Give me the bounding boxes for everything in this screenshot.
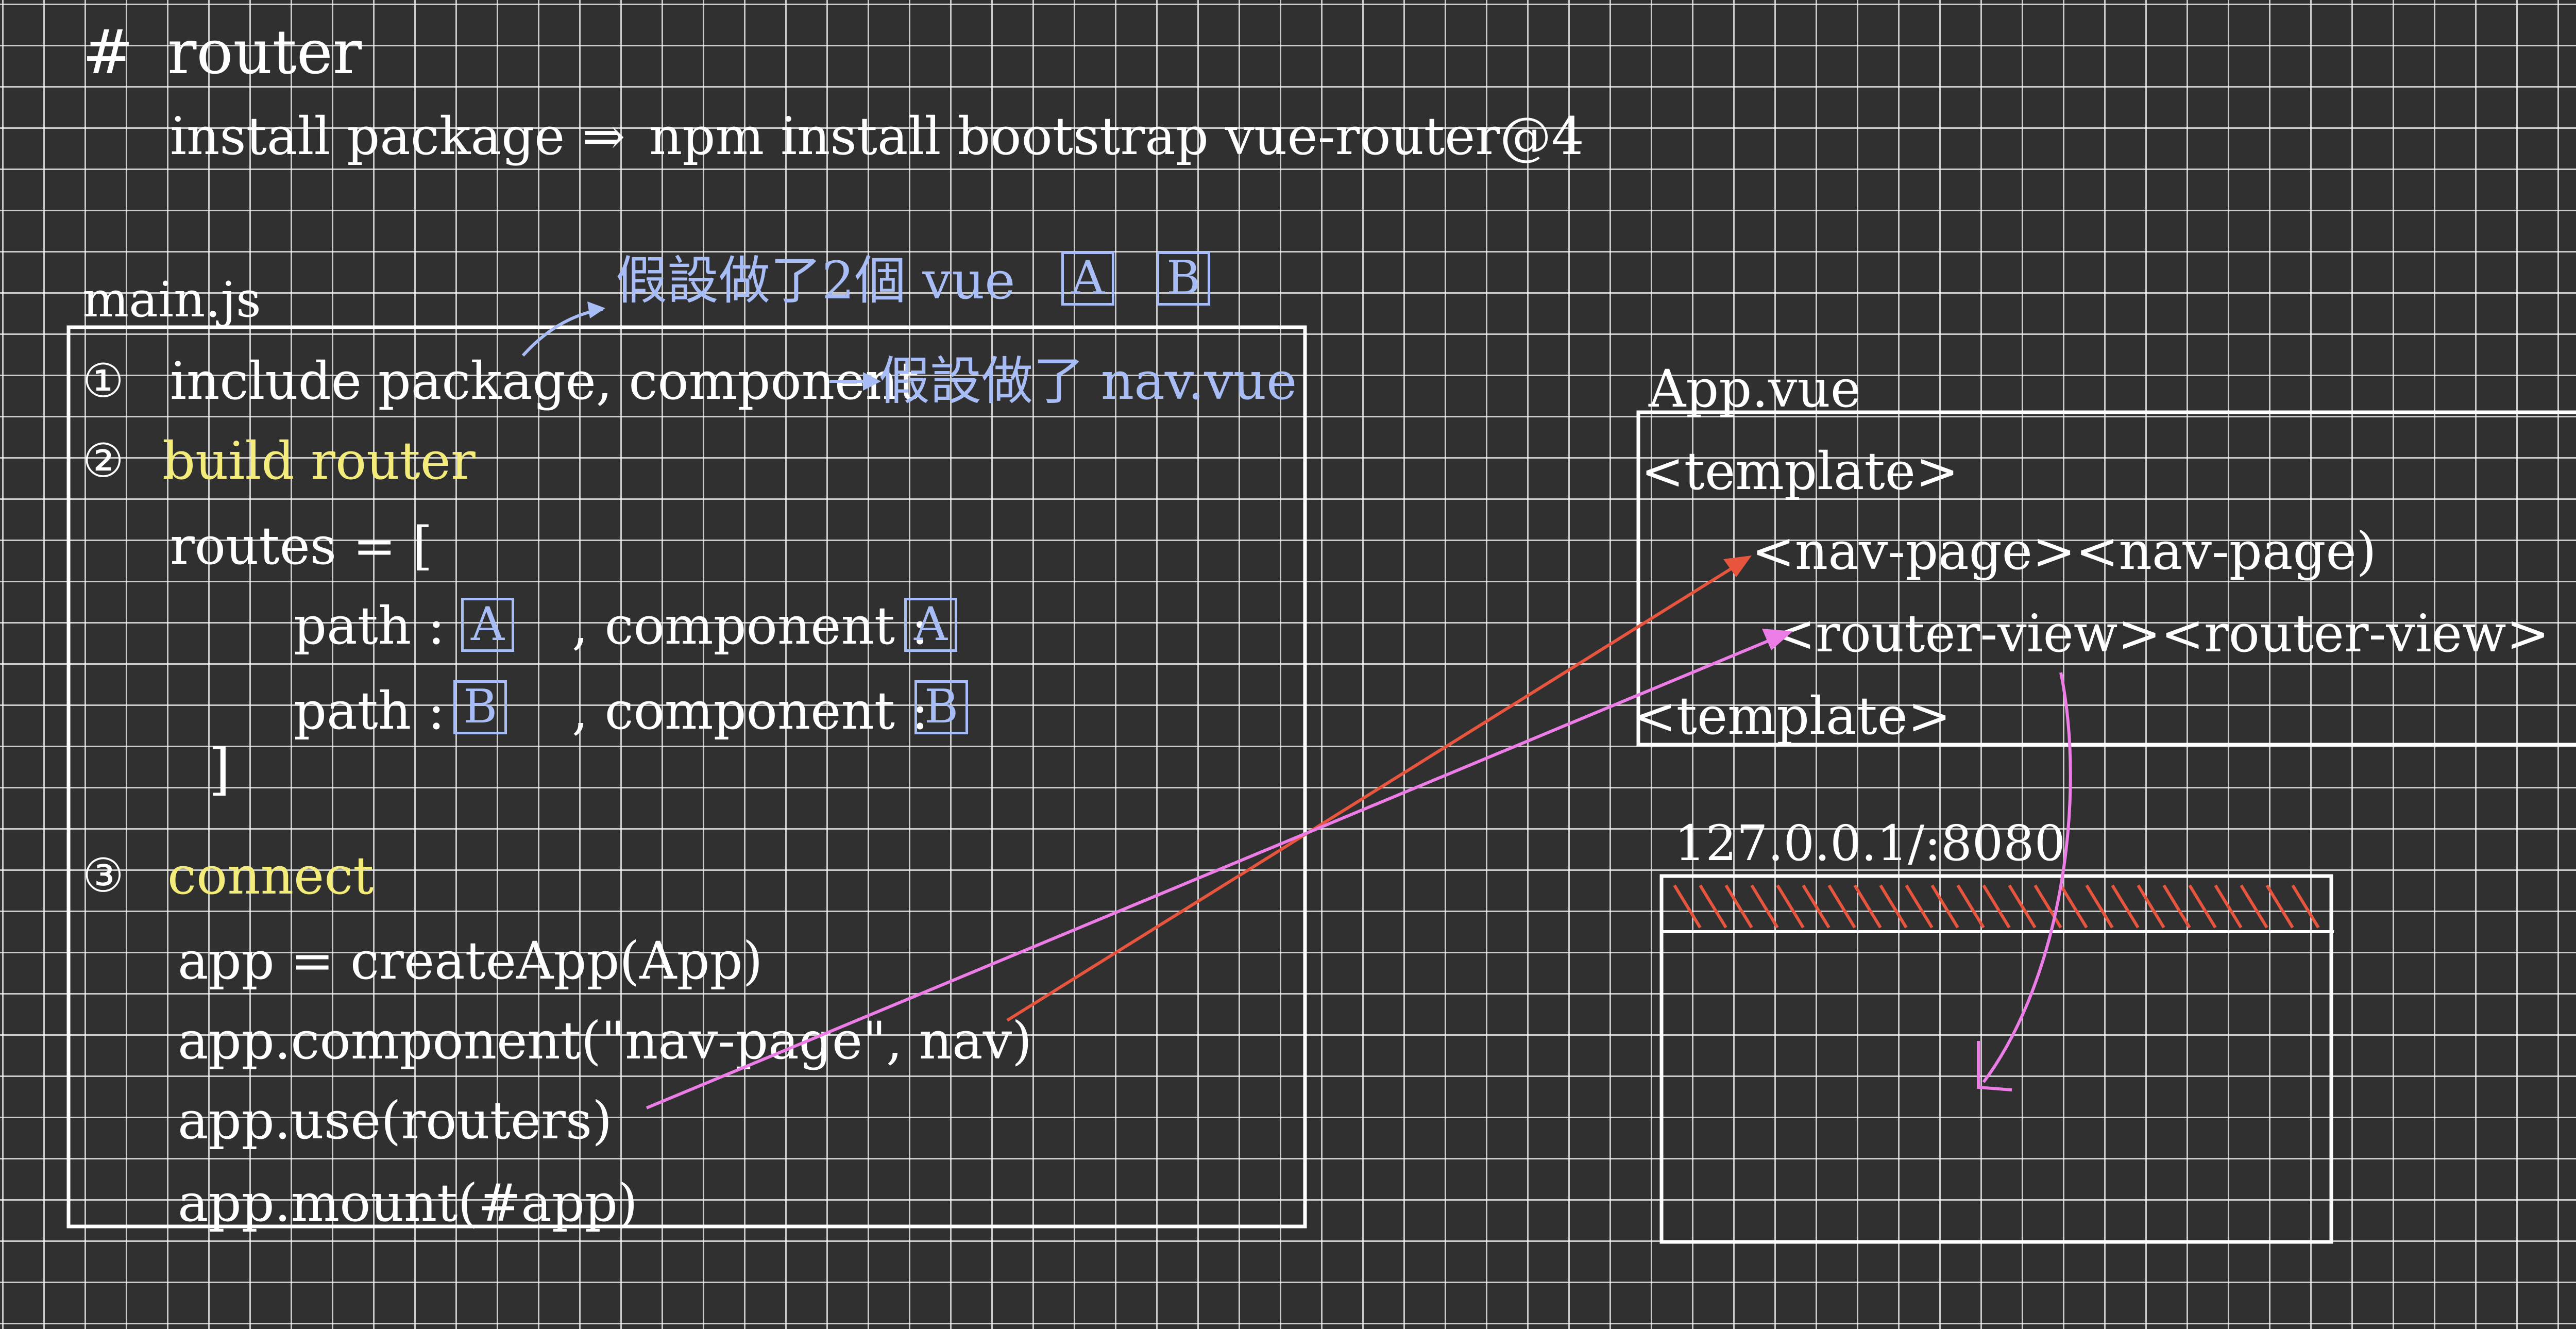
pink-arrow-router-head-icon (1762, 629, 1793, 650)
sketch-overlay (66, 301, 2576, 1244)
red-arrow-nav (1006, 558, 1748, 1022)
whiteboard-canvas: # router install package ⇒ npm install b… (0, 0, 2576, 1329)
red-arrow-nav-head-icon (1723, 556, 1752, 577)
pink-arrow-router (646, 632, 1786, 1109)
component-note-arrowhead-icon (863, 372, 881, 391)
app-vue-box (1636, 410, 2576, 747)
nav-bar-hatching (1673, 884, 2320, 929)
note-pointer-arrowhead-icon (587, 301, 605, 318)
